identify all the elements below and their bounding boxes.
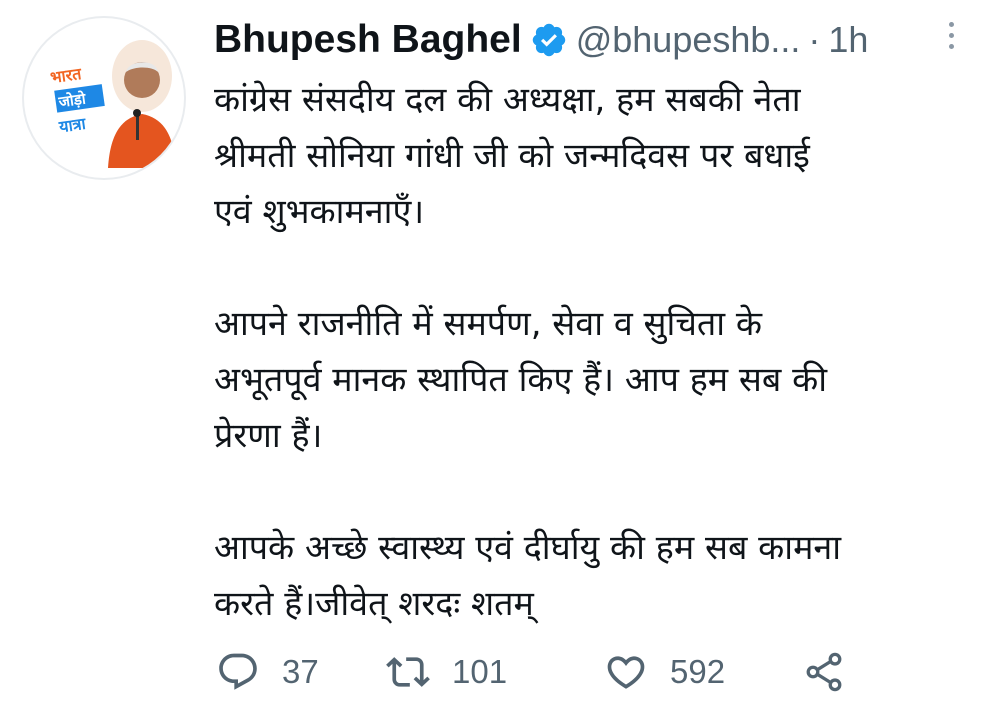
like-count: 592 [670, 653, 726, 690]
tweet-line: प्रेरणा हैं। [214, 416, 323, 456]
tweet-line: कांग्रेस संसदीय दल की अध्यक्षा, हम सबकी … [214, 80, 801, 120]
tweet-header: Bhupesh Baghel @bhupeshb... · 1h [214, 14, 980, 66]
dot-separator: · [808, 19, 821, 60]
retweet-icon [386, 657, 430, 687]
retweet-count: 101 [452, 653, 508, 690]
share-button[interactable] [802, 644, 846, 700]
more-vertical-icon[interactable] [946, 22, 956, 54]
avatar[interactable]: भारत जोड़ो यात्रा [24, 18, 184, 178]
tweet-timestamp[interactable]: 1h [828, 19, 868, 61]
tweet-actions: 37 101 592 [214, 644, 974, 700]
tweet-line: श्रीमती सोनिया गांधी जी को जन्मदिवस पर ब… [214, 136, 810, 176]
tweet-line: आपने राजनीति में समर्पण, सेवा व सुचिता क… [214, 304, 763, 344]
tweet-line: अभूतपूर्व मानक स्थापित किए हैं। आप हम सब… [214, 360, 828, 400]
reply-icon [219, 653, 257, 690]
tweet-line: एवं शुभकामनाएँ। [214, 192, 425, 232]
tweet-line: आपके अच्छे स्वास्थ्य एवं दीर्घायु की हम … [214, 528, 842, 568]
like-button[interactable]: 592 [604, 644, 725, 700]
author-name[interactable]: Bhupesh Baghel [214, 18, 522, 62]
author-handle[interactable]: @bhupeshb... [576, 19, 801, 61]
heart-icon [607, 656, 645, 689]
tweet-text: कांग्रेस संसदीय दल की अध्यक्षा, हम सबकी … [214, 72, 984, 632]
reply-button[interactable]: 37 [216, 644, 319, 700]
reply-count: 37 [282, 653, 319, 690]
avatar-image: भारत जोड़ो यात्रा [26, 20, 182, 176]
tweet-line: करते हैं।जीवेत् शरदः शतम् [214, 584, 534, 624]
share-icon [806, 652, 842, 692]
retweet-button[interactable]: 101 [386, 644, 507, 700]
verified-badge-icon [532, 23, 565, 57]
badge-line-3: यात्रा [57, 114, 88, 137]
